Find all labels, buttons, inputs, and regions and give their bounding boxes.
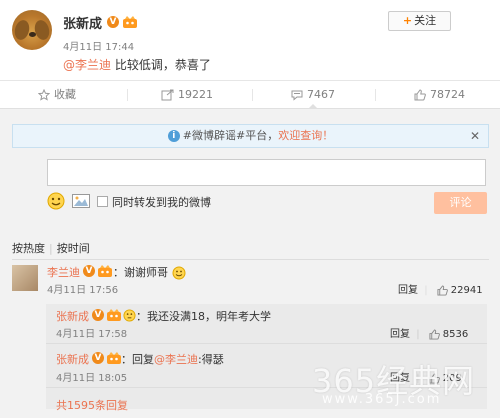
total-replies-link[interactable]: 共1595条回复 [56,397,128,413]
verified-badge-icon: V [83,265,95,277]
member-crown-icon [107,309,121,321]
emoji-icon[interactable] [47,192,65,210]
divider [375,89,376,101]
forward-checkbox[interactable] [97,196,108,207]
comment-input[interactable] [47,159,486,186]
post-time[interactable]: 4月11日 17:44 [63,38,134,53]
image-icon[interactable] [72,194,90,208]
mention-link[interactable]: @李兰迪 [63,58,111,72]
verified-badge-icon: V [107,16,119,28]
thumbs-up-icon[interactable] [437,284,448,296]
reply-text: ：回复@李兰迪:得瑟 [121,353,224,366]
post-body: 比较低调，恭喜了 [111,58,211,72]
forward-count: 19221 [178,88,213,101]
like-action[interactable]: 78724 [414,81,465,109]
smile-emoji-icon [172,266,185,280]
favorite-label: 收藏 [54,88,76,101]
post-text: @李兰迪 比较低调，恭喜了 [63,56,211,73]
mention-link[interactable]: @李兰迪 [154,353,198,366]
thumbs-up-icon[interactable] [429,328,440,340]
reply-time: 4月11日 18:05 [56,373,128,384]
action-bar: 收藏 19221 7467 78724 [0,80,500,110]
reply-time: 4月11日 17:58 [56,329,128,340]
comment-item: 李兰迪 [47,264,80,280]
notice-hashtag[interactable]: #微博辟谣#平台， [183,129,278,142]
verified-badge-icon: V [92,352,104,364]
reply-actions: 回复 | 8536 [390,325,468,340]
comment-text: ：谢谢师哥 [113,264,186,280]
divider [46,343,487,344]
post-username[interactable]: 张新成 [63,13,102,32]
forward-action[interactable]: 19221 [161,81,213,109]
avatar[interactable] [12,10,52,50]
forward-option-label: 同时转发到我的微博 [112,196,211,209]
divider [12,259,489,260]
plus-icon: + [402,14,413,27]
comment-action[interactable]: 7467 [291,81,335,110]
commenter-avatar[interactable] [12,265,38,291]
member-crown-icon [107,352,121,364]
commenter-name[interactable]: 李兰迪 [47,266,80,279]
comment-time: 4月11日 17:56 [47,285,119,296]
weibo-post: 张新成 V + 关注 4月11日 17:44 @李兰迪 比较低调，恭喜了 [0,0,500,80]
sort-tabs: 按热度 | 按时间 [12,240,90,256]
member-crown-icon [123,16,137,28]
comment-actions: 回复 | 22941 [398,281,483,296]
divider: | [416,329,420,340]
reply-item: 张新成 [56,308,89,324]
reply-text: ：我还没满18，明年考大学 [136,310,271,323]
reply-item: 张新成 [56,351,89,367]
replier-name[interactable]: 张新成 [56,310,89,323]
star-icon [37,88,51,101]
sort-by-time[interactable]: 按时间 [57,242,90,255]
thumbs-up-icon [414,89,426,101]
follow-button[interactable]: + 关注 [388,11,451,31]
watermark-url: www.365J.com [322,392,442,407]
sort-by-hot[interactable]: 按热度 [12,242,45,255]
reply-button[interactable]: 回复 [398,285,418,296]
info-icon: i [167,130,180,142]
like-count: 8536 [442,329,469,340]
sort-separator: | [49,242,53,255]
close-icon[interactable]: ✕ [470,125,480,147]
thinking-emoji-icon [123,309,136,322]
avatar-ear-right [32,18,52,42]
divider [127,89,128,101]
member-crown-icon [98,265,112,277]
notice-welcome: 欢迎查询！ [278,129,334,142]
avatar-ear-left [12,18,32,42]
forward-icon [161,89,174,101]
verified-badge-icon: V [92,309,104,321]
replier-name[interactable]: 张新成 [56,353,89,366]
avatar-nose [29,32,36,37]
follow-label: 关注 [414,14,437,27]
submit-comment-button[interactable]: 评论 [434,192,487,214]
reply-button[interactable]: 回复 [390,329,410,340]
comment-icon [291,90,303,101]
divider [252,89,253,101]
divider: | [424,285,428,296]
favorite-action[interactable]: 收藏 [37,81,76,109]
like-count: 22941 [450,285,483,296]
like-count: 78724 [430,88,465,101]
comment-count: 7467 [307,88,335,101]
rumor-notice: i #微博辟谣#平台，欢迎查询！ ✕ [12,124,489,148]
